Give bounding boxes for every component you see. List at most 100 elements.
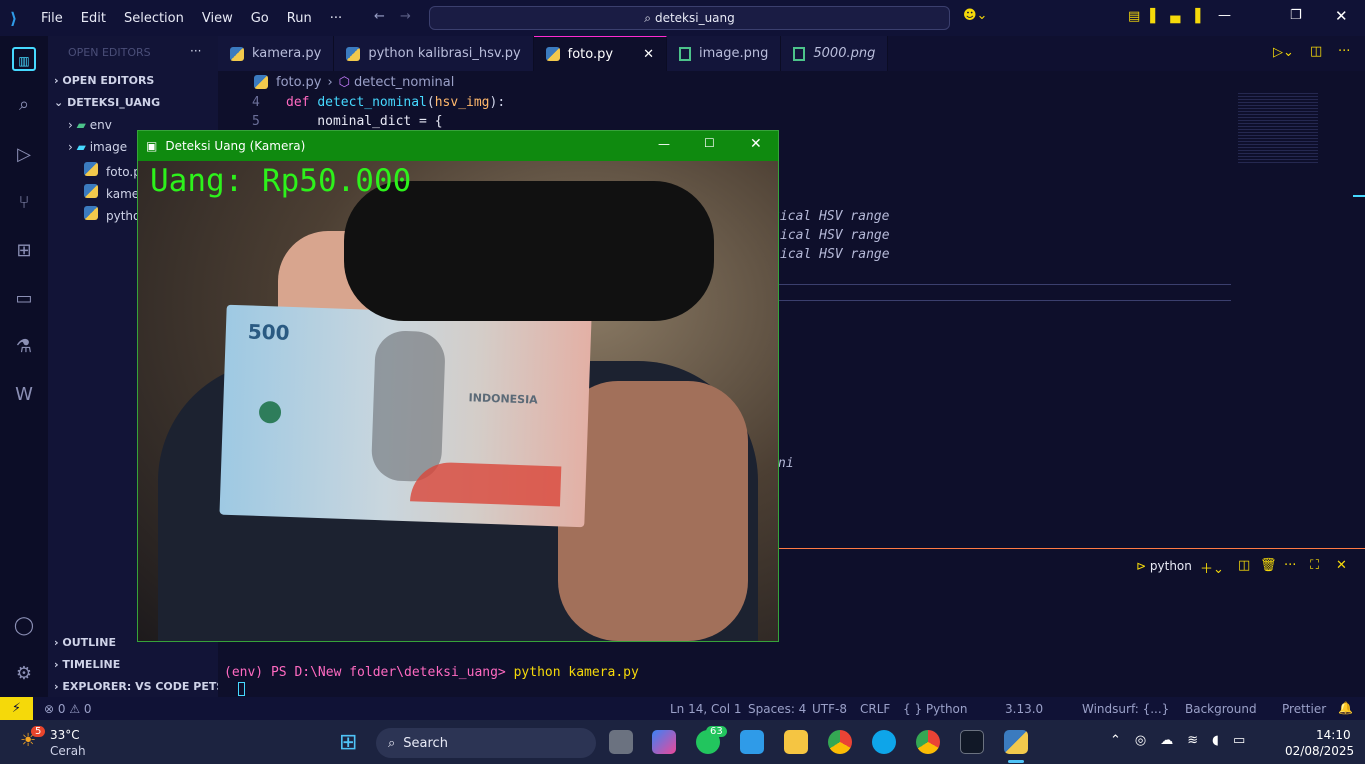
section-folder[interactable]: ⌄ DETEKSI_UANG bbox=[54, 96, 160, 109]
explorer-icon[interactable]: ▥ bbox=[12, 47, 36, 71]
menu-more[interactable]: ··· bbox=[321, 11, 351, 26]
forward-arrow-icon[interactable]: → bbox=[400, 9, 411, 24]
status-eol[interactable]: CRLF bbox=[860, 702, 890, 716]
status-background[interactable]: Background bbox=[1185, 702, 1257, 716]
camera-window-titlebar[interactable]: ▣ Deteksi Uang (Kamera) — ☐ ✕ bbox=[138, 131, 778, 161]
window-app-icon: ▣ bbox=[146, 139, 158, 153]
run-debug-icon[interactable]: ▷ bbox=[12, 143, 36, 167]
section-outline[interactable]: › OUTLINE bbox=[54, 636, 116, 649]
terminal-app-icon[interactable] bbox=[960, 730, 984, 754]
menu-edit[interactable]: Edit bbox=[72, 11, 115, 26]
terminal-tab[interactable]: ⊳ python bbox=[1136, 559, 1192, 573]
section-open-editors[interactable]: › OPEN EDITORS bbox=[54, 74, 154, 87]
status-language[interactable]: { } Python bbox=[903, 702, 968, 716]
new-terminal-icon[interactable]: ＋⌄ bbox=[1200, 558, 1224, 577]
source-control-icon[interactable]: ⑂ bbox=[12, 191, 36, 215]
tab-foto[interactable]: foto.py ✕ bbox=[533, 36, 667, 71]
whatsapp-badge: 63 bbox=[706, 726, 727, 737]
file-explorer-icon[interactable] bbox=[784, 730, 808, 754]
copilot-icon[interactable]: ☻⌄ bbox=[963, 8, 987, 23]
tab-5000-png[interactable]: 5000.png bbox=[781, 36, 889, 71]
breadcrumb-symbol[interactable]: detect_nominal bbox=[354, 75, 454, 90]
menu-run[interactable]: Run bbox=[278, 11, 321, 26]
clock-date[interactable]: 02/08/2025 bbox=[1285, 744, 1354, 758]
search-icon[interactable]: ⌕ bbox=[12, 93, 36, 117]
task-view-icon[interactable] bbox=[609, 730, 633, 754]
banknote-portrait bbox=[370, 329, 446, 483]
remote-indicator-icon[interactable]: ⚡ bbox=[0, 697, 33, 720]
status-windsurf[interactable]: Windsurf: {...} bbox=[1082, 702, 1169, 716]
trash-icon[interactable]: 🗑 bbox=[1260, 558, 1277, 573]
tree-item-python[interactable]: pytho bbox=[84, 206, 140, 223]
weather-condition: Cerah bbox=[50, 744, 86, 758]
close-panel-icon[interactable]: ✕ bbox=[1336, 558, 1347, 573]
scroll-indicator[interactable] bbox=[1353, 195, 1365, 197]
restore-icon[interactable]: ❐ bbox=[1290, 8, 1302, 23]
status-position[interactable]: Ln 14, Col 1 bbox=[670, 702, 742, 716]
testing-icon[interactable]: ⚗ bbox=[12, 335, 36, 359]
chevron-right-icon: › bbox=[68, 118, 73, 132]
chrome-icon[interactable] bbox=[828, 730, 852, 754]
sidebar-more-icon[interactable]: ··· bbox=[190, 44, 201, 58]
clock-time[interactable]: 14:10 bbox=[1316, 728, 1351, 742]
status-encoding[interactable]: UTF-8 bbox=[812, 702, 847, 716]
bell-icon[interactable]: 🔔 bbox=[1338, 701, 1353, 715]
section-pets[interactable]: › EXPLORER: VS CODE PETS bbox=[54, 680, 224, 693]
breadcrumb-file[interactable]: foto.py bbox=[276, 75, 321, 90]
status-prettier[interactable]: Prettier bbox=[1282, 702, 1326, 716]
more-icon[interactable]: ··· bbox=[1284, 558, 1296, 573]
copilot-app-icon[interactable] bbox=[652, 730, 676, 754]
divider bbox=[778, 284, 1231, 285]
tab-kamera[interactable]: kamera.py bbox=[218, 36, 335, 71]
tab-image-png[interactable]: image.png bbox=[667, 36, 782, 71]
maximize-icon[interactable]: ☐ bbox=[704, 136, 715, 150]
tree-item-env[interactable]: › ▰ env bbox=[68, 118, 112, 132]
account-icon[interactable]: ◯ bbox=[12, 614, 36, 638]
minimap[interactable] bbox=[1238, 93, 1318, 163]
more-actions-icon[interactable]: ··· bbox=[1338, 44, 1350, 59]
windsurf-icon[interactable]: W bbox=[12, 383, 36, 407]
close-icon[interactable]: ✕ bbox=[750, 136, 762, 152]
split-editor-icon[interactable]: ◫ bbox=[1310, 44, 1322, 59]
menu-go[interactable]: Go bbox=[242, 11, 278, 26]
tree-item-image[interactable]: › ▰ image bbox=[68, 140, 127, 154]
minimize-icon[interactable]: — bbox=[1218, 8, 1231, 23]
vscode-app-icon[interactable] bbox=[740, 730, 764, 754]
menu-file[interactable]: File bbox=[32, 11, 72, 26]
chrome-profile-icon[interactable] bbox=[916, 730, 940, 754]
image-file-icon bbox=[679, 46, 691, 61]
layout-icons[interactable]: ▤▌▄▐ bbox=[1128, 9, 1210, 24]
maximize-panel-icon[interactable]: ⛶ bbox=[1310, 558, 1319, 573]
extensions-icon[interactable]: ⊞ bbox=[12, 239, 36, 263]
close-icon[interactable]: ✕ bbox=[1335, 7, 1348, 25]
status-problems[interactable]: ⊗ 0 ⚠ 0 bbox=[44, 702, 92, 716]
remote-explorer-icon[interactable]: ▭ bbox=[12, 287, 36, 311]
search-icon: ⌕ bbox=[388, 735, 396, 751]
status-python-version[interactable]: 3.13.0 bbox=[1005, 702, 1043, 716]
close-tab-icon[interactable]: ✕ bbox=[643, 47, 654, 62]
camera-window[interactable]: ▣ Deteksi Uang (Kamera) — ☐ ✕ 500 INDONE… bbox=[137, 130, 779, 642]
settings-gear-icon[interactable]: ⚙ bbox=[12, 662, 36, 686]
split-terminal-icon[interactable]: ◫ bbox=[1238, 558, 1250, 573]
camera-window-title: Deteksi Uang (Kamera) bbox=[165, 139, 306, 153]
tray-icons[interactable]: ⌃◎☁≋◖▭ bbox=[1110, 733, 1259, 748]
run-file-icon[interactable]: ▷⌄ bbox=[1273, 45, 1294, 60]
minimize-icon[interactable]: — bbox=[658, 137, 670, 151]
edge-icon[interactable] bbox=[872, 730, 896, 754]
menu-selection[interactable]: Selection bbox=[115, 11, 193, 26]
python-app-icon[interactable] bbox=[1004, 730, 1028, 754]
section-timeline[interactable]: › TIMELINE bbox=[54, 658, 120, 671]
back-arrow-icon[interactable]: ← bbox=[374, 9, 385, 24]
python-file-icon bbox=[254, 75, 268, 89]
menu-view[interactable]: View bbox=[193, 11, 242, 26]
command-center-search[interactable]: ⌕ deteksi_uang bbox=[429, 6, 950, 30]
chevron-right-icon: › bbox=[54, 680, 59, 693]
tab-kalibrasi[interactable]: python kalibrasi_hsv.py bbox=[334, 36, 534, 71]
banknote: 500 INDONESIA bbox=[219, 304, 592, 528]
status-spaces[interactable]: Spaces: 4 bbox=[748, 702, 806, 716]
terminal-line[interactable]: (env) PS D:\New folder\deteksi_uang> pyt… bbox=[224, 665, 639, 680]
taskbar-search[interactable]: ⌕ Search bbox=[376, 728, 596, 758]
folder-icon: ▰ bbox=[76, 118, 86, 132]
search-text: deteksi_uang bbox=[654, 11, 735, 25]
windows-start-icon[interactable]: ⊞ bbox=[339, 730, 357, 755]
